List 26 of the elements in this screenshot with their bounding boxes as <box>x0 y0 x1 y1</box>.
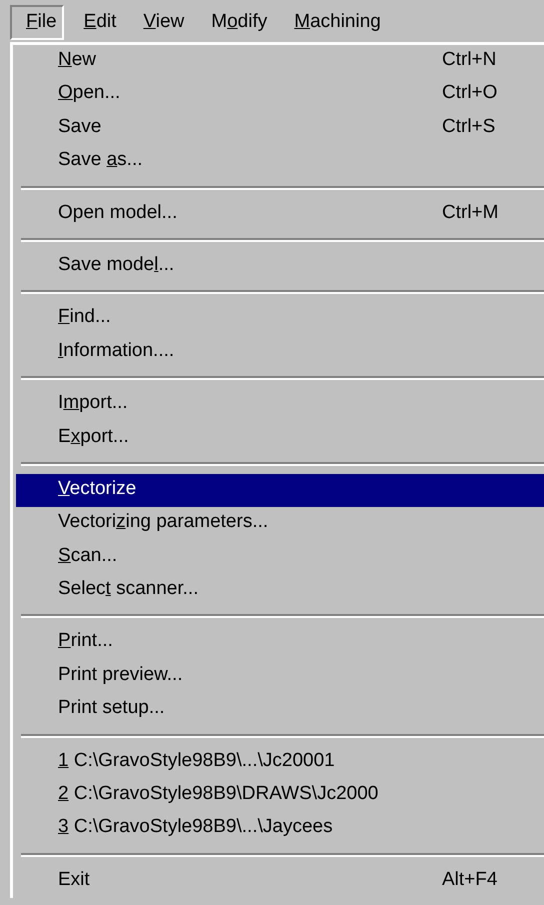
menu-bar-item[interactable]: Machining <box>278 5 388 40</box>
menu-item[interactable]: Save Ctrl+S <box>16 112 544 146</box>
menu-item[interactable]: Print... <box>16 626 544 660</box>
menu-item[interactable]: New Ctrl+N <box>16 45 544 78</box>
menu-item[interactable]: Vectorizing parameters... <box>16 507 544 541</box>
menu-item[interactable]: Select scanner... <box>16 574 544 608</box>
menu-bar-item[interactable]: Modify <box>195 5 274 40</box>
menu-item[interactable]: Find... <box>16 302 544 336</box>
menu-item[interactable]: Print preview... <box>16 660 544 694</box>
menu-item[interactable]: Exit Alt+F4 <box>16 864 544 898</box>
menu-bar-item[interactable]: View <box>127 5 192 40</box>
menu-item[interactable]: Import... <box>16 388 544 422</box>
menu-item[interactable]: Scan... <box>16 540 544 574</box>
menu-item[interactable]: Print setup... <box>16 693 544 727</box>
menu-item[interactable]: 3 C:\GravoStyle98B9\...\Jaycees <box>16 812 544 846</box>
menu-item[interactable]: Open model... Ctrl+M <box>16 198 544 231</box>
menu-item[interactable]: Export... <box>16 422 544 455</box>
menu-item[interactable]: Save model... <box>16 250 544 284</box>
menu-item[interactable]: Open... Ctrl+O <box>16 78 544 112</box>
menu-item[interactable]: 2 C:\GravoStyle98B9\DRAWS\Jc2000 <box>16 779 544 812</box>
menu-item[interactable]: Save as... <box>16 145 544 179</box>
menu-item[interactable]: Vectorize <box>16 474 544 508</box>
menu-bar-item[interactable]: File <box>10 5 64 40</box>
menu-item[interactable]: 1 C:\GravoStyle98B9\...\Jc20001 <box>16 746 544 780</box>
menu-bar-item[interactable]: Edit <box>68 5 124 40</box>
menu-item[interactable]: Information.... <box>16 336 544 370</box>
